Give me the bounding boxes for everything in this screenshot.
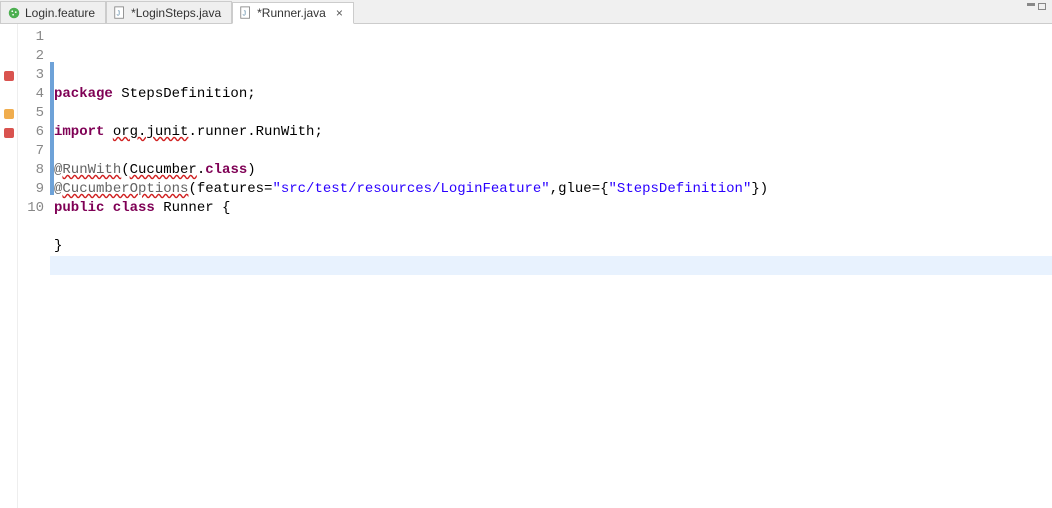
code-token: "src/test/resources/LoginFeature": [272, 181, 549, 197]
marker-slot: [0, 28, 17, 47]
code-token: org.junit: [113, 124, 189, 140]
code-token: .: [197, 162, 205, 178]
code-token: ,glue={: [550, 181, 609, 197]
line-number-gutter: 12345678910: [18, 24, 50, 508]
marker-slot: [0, 85, 17, 104]
code-line[interactable]: @CucumberOptions(features="src/test/reso…: [50, 180, 1052, 199]
close-icon[interactable]: ×: [336, 6, 343, 20]
code-token: (features=: [188, 181, 272, 197]
minimize-maximize-group: [1027, 3, 1046, 10]
code-token: .runner.RunWith;: [188, 124, 322, 140]
code-token: StepsDefinition;: [121, 86, 255, 102]
java-file-icon: J: [113, 6, 127, 20]
tab-bar: Login.feature J *LoginSteps.java J *Runn…: [0, 0, 1052, 24]
code-token: CucumberOptions: [62, 181, 188, 197]
warning-marker-icon[interactable]: [4, 109, 14, 119]
line-number: 7: [18, 142, 44, 161]
code-token: (: [121, 162, 129, 178]
code-token: ): [247, 162, 255, 178]
code-token: RunWith: [62, 162, 121, 178]
code-line[interactable]: [50, 256, 1052, 275]
marker-slot: [0, 161, 17, 180]
tab-login-steps[interactable]: J *LoginSteps.java: [106, 1, 232, 23]
marker-slot: [0, 104, 17, 123]
code-token: }): [751, 181, 768, 197]
change-band: [50, 24, 54, 43]
error-marker-icon[interactable]: [4, 71, 14, 81]
change-band: [50, 43, 54, 62]
change-band: [50, 176, 54, 195]
marker-slot: [0, 142, 17, 161]
line-number: 1: [18, 28, 44, 47]
change-band: [50, 62, 54, 81]
marker-slot: [0, 199, 17, 218]
code-line[interactable]: [50, 142, 1052, 161]
change-band: [50, 138, 54, 157]
change-band: [50, 100, 54, 119]
marker-slot: [0, 123, 17, 142]
code-token: public class: [54, 200, 163, 216]
code-line[interactable]: public class Runner {: [50, 199, 1052, 218]
line-number: 6: [18, 123, 44, 142]
code-token: import: [54, 124, 113, 140]
svg-text:J: J: [117, 10, 121, 17]
code-line[interactable]: import org.junit.runner.RunWith;: [50, 123, 1052, 142]
line-number: 9: [18, 180, 44, 199]
editor-area: 12345678910 package StepsDefinition; impo…: [0, 24, 1052, 508]
change-band: [50, 157, 54, 176]
code-line[interactable]: @RunWith(Cucumber.class): [50, 161, 1052, 180]
code-token: class: [205, 162, 247, 178]
code-token: package: [54, 86, 121, 102]
code-line[interactable]: }: [50, 237, 1052, 256]
code-line[interactable]: [50, 104, 1052, 123]
line-number: 4: [18, 85, 44, 104]
change-band: [50, 195, 54, 214]
cucumber-icon: [7, 6, 21, 20]
line-number: 2: [18, 47, 44, 66]
code-token: Runner {: [163, 200, 230, 216]
line-number: 5: [18, 104, 44, 123]
tab-label: *LoginSteps.java: [131, 6, 221, 20]
code-token: Cucumber: [130, 162, 197, 178]
tab-label: Login.feature: [25, 6, 95, 20]
line-number: 3: [18, 66, 44, 85]
code-line[interactable]: [50, 218, 1052, 237]
change-band: [50, 81, 54, 100]
tab-login-feature[interactable]: Login.feature: [0, 1, 106, 23]
tab-runner[interactable]: J *Runner.java ×: [232, 2, 354, 24]
error-marker-icon[interactable]: [4, 128, 14, 138]
maximize-button[interactable]: [1038, 3, 1046, 10]
marker-slot: [0, 47, 17, 66]
java-file-icon: J: [239, 6, 253, 20]
change-band: [50, 119, 54, 138]
code-line[interactable]: package StepsDefinition;: [50, 85, 1052, 104]
code-token: "StepsDefinition": [609, 181, 752, 197]
code-editor[interactable]: package StepsDefinition; import org.junit…: [50, 24, 1052, 508]
svg-text:J: J: [243, 11, 247, 18]
line-number: 10: [18, 199, 44, 218]
line-number: 8: [18, 161, 44, 180]
marker-column: [0, 24, 18, 508]
minimize-button[interactable]: [1027, 3, 1035, 6]
marker-slot: [0, 66, 17, 85]
tab-label: *Runner.java: [257, 6, 326, 20]
code-token: }: [54, 238, 62, 254]
marker-slot: [0, 180, 17, 199]
